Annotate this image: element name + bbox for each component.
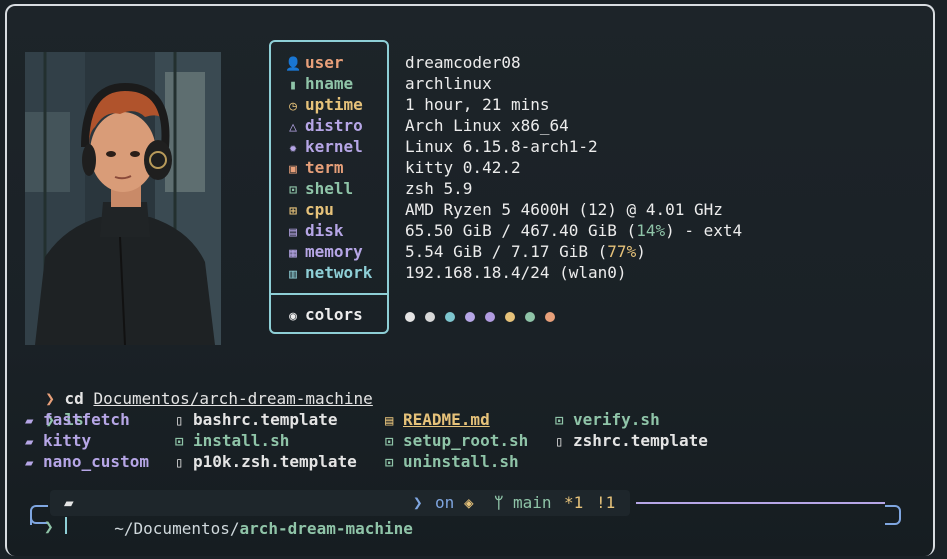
folder-icon: ▰ xyxy=(25,455,34,471)
script-icon: ⊡ xyxy=(385,455,394,471)
ls-entry: ⊡ verify.sh xyxy=(555,409,660,430)
fetch-value-distro: Arch Linux x86_64 xyxy=(405,116,569,135)
ls-entry: ▤ README.md xyxy=(385,409,490,430)
text-cursor[interactable] xyxy=(65,517,67,534)
labels-divider xyxy=(271,293,387,295)
file-icon: ▯ xyxy=(175,413,184,429)
fetch-label-user: 👤 user xyxy=(285,52,344,73)
command-cd: ❯ cd Documentos/arch-dream-machine xyxy=(26,367,373,408)
server-icon: ▮ xyxy=(289,78,297,93)
fetch-value-network: 192.168.18.4/24 (wlan0) xyxy=(405,263,627,282)
git-status-modified: !1 xyxy=(596,493,616,512)
git-status-staged: *1 xyxy=(564,493,584,512)
fetch-label-memory: ▦ memory xyxy=(285,241,363,262)
color-swatch xyxy=(525,312,535,322)
fetch-value-hname: archlinux xyxy=(405,74,492,93)
avatar xyxy=(25,52,221,345)
file-icon: ▯ xyxy=(555,434,564,450)
ls-entry: ▰ kitty xyxy=(25,430,91,451)
user-icon: 👤 xyxy=(285,57,302,72)
markdown-icon: ▤ xyxy=(385,413,394,429)
folder-open-icon: ▰ xyxy=(64,493,74,512)
fetch-label-kernel: ✹ kernel xyxy=(285,136,363,157)
ls-entry: ⊡ setup_root.sh xyxy=(385,430,528,451)
prompt-frame-corner xyxy=(885,505,901,525)
gear-icon: ✹ xyxy=(289,141,297,156)
color-swatch xyxy=(425,312,435,322)
color-swatch xyxy=(405,312,415,322)
fetch-value-uptime: 1 hour, 21 mins xyxy=(405,95,550,114)
cpu-icon: ⊞ xyxy=(289,204,297,219)
ls-entry: ▯ p10k.zsh.template xyxy=(175,451,357,472)
folder-icon: ▰ xyxy=(25,434,34,450)
prompt-on-label: on xyxy=(435,493,455,512)
fetch-label-network: ▥ network xyxy=(285,262,372,283)
script-icon: ⊡ xyxy=(385,434,394,450)
command-ls: ❯ ls xyxy=(26,388,84,429)
ls-entry: ▯ bashrc.template xyxy=(175,409,338,430)
prompt-path: ~/Documentos/arch-dream-machine xyxy=(114,519,413,538)
clock-icon: ◷ xyxy=(289,99,297,114)
terminal-icon: ▣ xyxy=(289,162,297,177)
github-icon: ◈ xyxy=(464,493,474,512)
color-swatch xyxy=(545,312,555,322)
palette-icon: ◉ xyxy=(289,309,297,324)
fetch-value-term: kitty 0.42.2 xyxy=(405,158,521,177)
ls-entry: ⊡ install.sh xyxy=(175,430,289,451)
color-swatch xyxy=(505,312,515,322)
color-swatch xyxy=(445,312,455,322)
fetch-value-disk: 65.50 GiB / 467.40 GiB (14%) - ext4 xyxy=(405,221,743,240)
command-arg: Documentos/arch-dream-machine xyxy=(93,389,373,408)
folder-icon: ▰ xyxy=(25,413,34,429)
script-icon: ⊡ xyxy=(175,434,184,450)
network-icon: ▥ xyxy=(289,267,297,282)
linux-icon: △ xyxy=(289,120,297,135)
fetch-value-user: dreamcoder08 xyxy=(405,53,521,72)
ls-entry: ▰ nano_custom xyxy=(25,451,149,472)
fetch-label-hname: ▮ hname xyxy=(285,73,353,94)
ls-entry: ⊡ uninstall.sh xyxy=(385,451,519,472)
fetch-label-disk: ▤ disk xyxy=(285,220,343,241)
fetch-value-memory: 5.54 GiB / 7.17 GiB (77%) xyxy=(405,242,646,261)
colors-label: ◉ colors xyxy=(285,304,363,325)
disk-icon: ▤ xyxy=(289,225,297,240)
fetch-label-cpu: ⊞ cpu xyxy=(285,199,334,220)
fetch-value-shell: zsh 5.9 xyxy=(405,179,473,198)
fetch-label-term: ▣ term xyxy=(285,157,343,178)
fetch-label-distro: △ distro xyxy=(285,115,363,136)
git-branch-icon: ᛘ xyxy=(494,493,504,512)
memory-icon: ▦ xyxy=(289,246,297,261)
prompt-frame-line xyxy=(636,502,885,504)
color-palette xyxy=(405,307,565,326)
input-prompt-arrow: ❯ xyxy=(44,517,54,536)
fetch-label-uptime: ◷ uptime xyxy=(285,94,363,115)
git-branch-name: main xyxy=(513,493,552,512)
chevron-right-icon: ❯ xyxy=(413,493,423,512)
color-swatch xyxy=(485,312,495,322)
shell-icon: ⊡ xyxy=(289,183,297,198)
fetch-value-cpu: AMD Ryzen 5 4600H (12) @ 4.01 GHz xyxy=(405,200,723,219)
fetch-value-kernel: Linux 6.15.8-arch1-2 xyxy=(405,137,598,156)
ls-entry: ▰ fastfetch xyxy=(25,409,130,430)
file-icon: ▯ xyxy=(175,455,184,471)
script-icon: ⊡ xyxy=(555,413,564,429)
fetch-label-shell: ⊡ shell xyxy=(285,178,353,199)
ls-entry: ▯ zshrc.template xyxy=(555,430,708,451)
color-swatch xyxy=(465,312,475,322)
